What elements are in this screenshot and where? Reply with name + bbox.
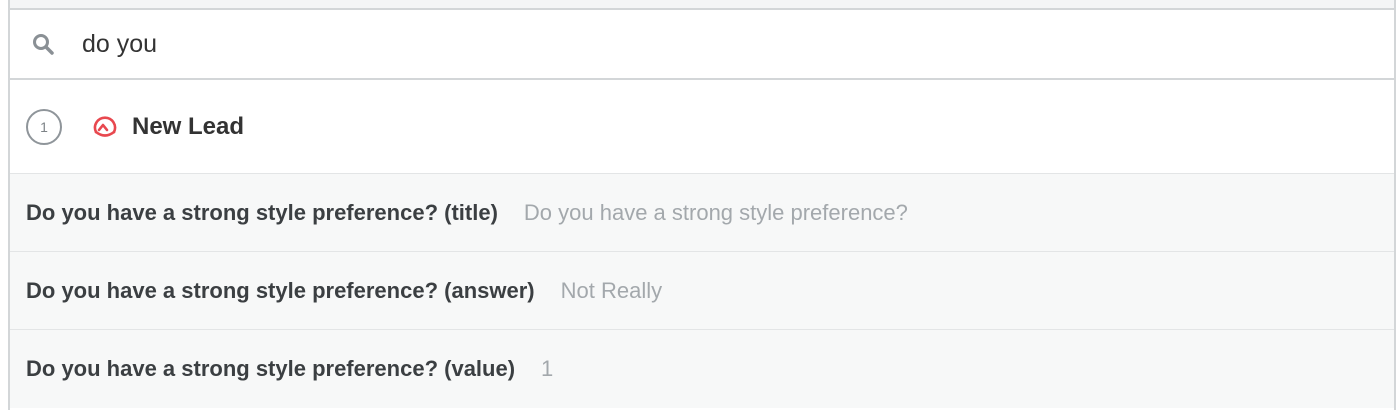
trigger-title: New Lead xyxy=(132,112,245,140)
search-input[interactable] xyxy=(82,24,982,64)
field-option[interactable]: Do you have a strong style preference? (… xyxy=(10,174,1394,252)
field-option-label: Do you have a strong style preference? (… xyxy=(26,277,535,303)
field-option-value: 1 xyxy=(541,356,554,381)
field-option-label: Do you have a strong style preference? (… xyxy=(26,356,516,381)
trigger-step-row[interactable]: 1 New Lead xyxy=(10,80,1394,174)
field-list: Do you have a strong style preference? (… xyxy=(10,174,1394,408)
field-option-value: Do you have a strong style preference? xyxy=(523,199,908,225)
dropdown-top-edge xyxy=(10,0,1394,10)
search-bar xyxy=(10,10,1394,80)
field-option-value: Not Really xyxy=(560,277,663,303)
field-option[interactable]: Do you have a strong style preference? (… xyxy=(10,330,1394,408)
step-number-badge: 1 xyxy=(26,108,62,145)
field-option-label: Do you have a strong style preference? (… xyxy=(26,199,498,225)
field-picker-dropdown: 1 New Lead Do you have a strong style pr… xyxy=(8,0,1396,410)
app-logo-icon xyxy=(90,112,120,142)
field-option[interactable]: Do you have a strong style preference? (… xyxy=(10,252,1394,330)
search-icon xyxy=(30,31,56,57)
